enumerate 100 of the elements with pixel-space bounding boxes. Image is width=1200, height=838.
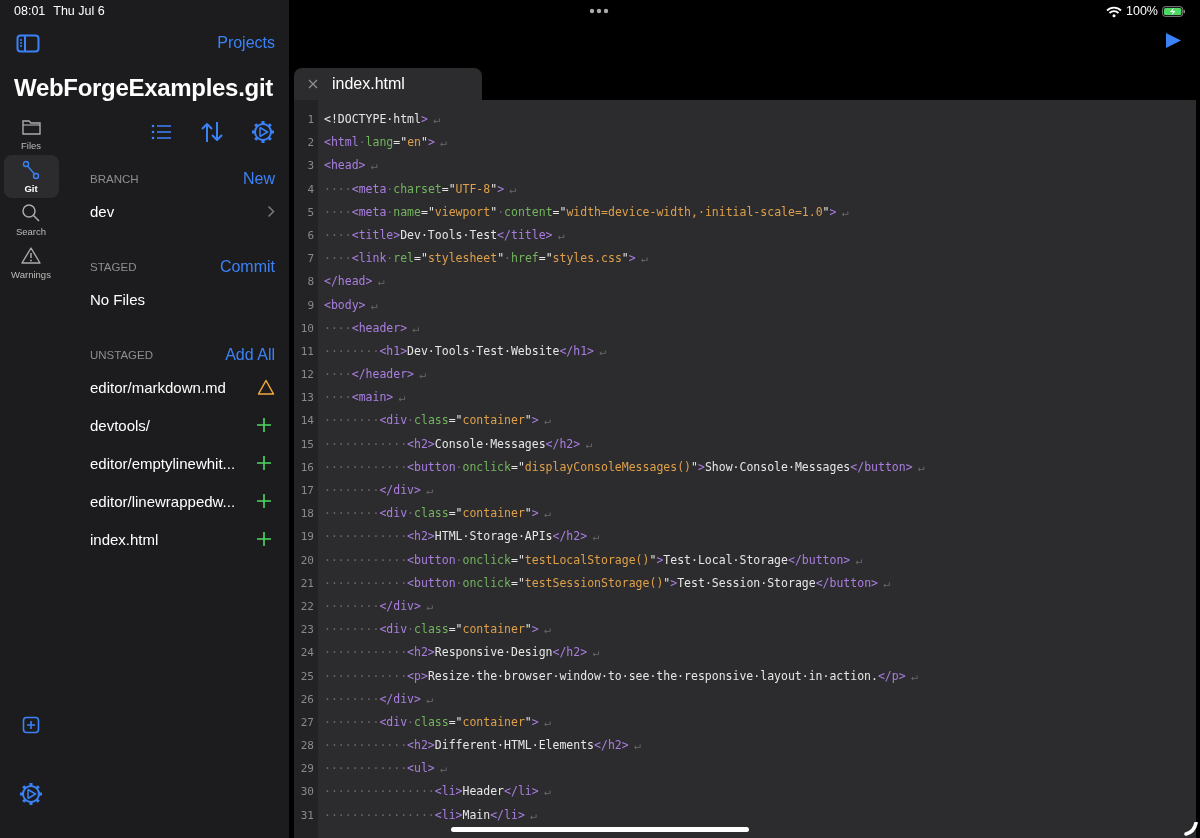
sidebar-toggle-icon[interactable] — [16, 33, 40, 53]
code-line: ········<div·class="container"> ↵ — [324, 713, 552, 731]
line-number: 30 — [299, 784, 315, 801]
section-heading: STAGED — [90, 261, 137, 273]
line-number: 10 — [299, 320, 315, 337]
code-line: ········<h1>Dev·Tools·Test·Website</h1> ↵ — [324, 342, 607, 360]
code-line: ····<meta·name="viewport"·content="width=device-width,·initial-scale=1.0"> ↵ — [324, 203, 850, 221]
rail-tab[interactable]: Git — [3, 155, 59, 198]
curve-icon — [1184, 822, 1198, 836]
branch-row[interactable]: dev — [90, 192, 275, 230]
line-number: 26 — [299, 691, 315, 708]
line-number: 19 — [299, 529, 315, 546]
line-number: 15 — [299, 436, 315, 453]
code-line: ····</header> ↵ — [324, 366, 427, 384]
wifi-icon — [1106, 4, 1122, 18]
line-number: 17 — [299, 483, 315, 499]
warning-icon — [21, 245, 41, 266]
rail-tab[interactable]: Search — [3, 198, 59, 241]
file-name[interactable]: editor/emptylinewhit... — [90, 454, 236, 472]
empty-message: No Files — [90, 290, 145, 308]
plus-icon[interactable] — [257, 456, 271, 470]
search-icon — [21, 202, 41, 223]
code-line: ············<button·onclick="displayConsoleMessages()">Show·Console·Messages</button> ↵ — [324, 458, 926, 476]
plus-icon[interactable] — [257, 532, 271, 546]
line-number: 12 — [299, 367, 315, 384]
code-line: <!DOCTYPE·html> ↵ — [324, 111, 441, 128]
file-name[interactable]: index.html — [90, 530, 159, 548]
section-heading: BRANCH — [90, 173, 139, 185]
file-name[interactable]: editor/markdown.md — [90, 378, 226, 396]
code-line: ················<li>Main</li> ↵ — [324, 806, 538, 824]
plus-icon[interactable] — [257, 418, 271, 432]
file-tab[interactable]: index.html — [294, 68, 482, 100]
code-line: ····<main> ↵ — [324, 389, 407, 407]
line-number: 22 — [299, 598, 315, 615]
code-line: ········</div> ↵ — [324, 482, 434, 499]
section-action-button[interactable]: Add All — [225, 346, 275, 364]
status-date: Thu Jul 6 — [53, 4, 105, 18]
line-number: 3 — [306, 158, 315, 175]
code-line: ············<h2>Different·HTML·Elements</h2> ↵ — [324, 737, 642, 755]
code-line: ····<header> ↵ — [324, 319, 421, 337]
code-line: ········</div> ↵ — [324, 690, 434, 708]
code-line: ········<div·class="container"> ↵ — [324, 505, 552, 523]
section-action-button[interactable]: New — [243, 170, 275, 188]
line-number: 20 — [299, 552, 315, 569]
plus-icon[interactable] — [257, 494, 271, 508]
line-number: 24 — [299, 645, 315, 662]
code-line: ············<p>Resize·the·browser·window·to·see·the·responsive·layout·in·action.</p> ↵ — [324, 667, 919, 685]
battery-icon — [1162, 5, 1186, 17]
code-line: ············<button·onclick="testLocalStorage()">Test·Local·Storage</button> ↵ — [324, 551, 864, 569]
settings-icon[interactable] — [19, 782, 43, 806]
line-number: 16 — [299, 459, 315, 476]
line-number: 8 — [306, 274, 315, 291]
line-number: 5 — [306, 204, 315, 221]
file-name[interactable]: editor/linewrappedw... — [90, 492, 236, 510]
sort-arrows-icon[interactable] — [201, 121, 223, 143]
rail-tab[interactable]: Files — [3, 112, 59, 155]
line-number: 21 — [299, 575, 315, 592]
file-name[interactable]: devtools/ — [90, 416, 151, 434]
section-heading: UNSTAGED — [90, 349, 154, 361]
chevron-icon — [267, 204, 275, 218]
code-line: ············<ul> ↵ — [324, 760, 448, 778]
code-line: <body> ↵ — [324, 296, 379, 314]
clock-time: 08:01 — [14, 4, 46, 18]
line-number: 11 — [299, 343, 315, 360]
close-icon[interactable] — [308, 79, 318, 89]
more-dots-icon[interactable] — [589, 8, 609, 14]
code-line: ····<title>Dev·Tools·Test</title> ↵ — [324, 226, 566, 244]
rail-tab[interactable]: Warnings — [3, 241, 59, 284]
line-number: 4 — [306, 181, 315, 198]
line-number: 9 — [306, 297, 315, 314]
code-line: ············<h2>HTML·Storage·APIs</h2> ↵ — [324, 528, 601, 546]
line-number: 28 — [299, 738, 315, 755]
code-line: ····<link·rel="stylesheet"·href="styles.css"> ↵ — [324, 250, 649, 268]
list-icon[interactable] — [151, 123, 173, 141]
line-number: 29 — [299, 761, 315, 778]
play-icon[interactable] — [1166, 33, 1181, 48]
code-line: </head> ↵ — [324, 273, 386, 291]
battery-percent: 100% — [1126, 4, 1158, 18]
line-number: 23 — [299, 622, 315, 639]
code-line: ········<div·class="container"> ↵ — [324, 412, 552, 430]
projects-link[interactable]: Projects — [217, 34, 275, 52]
line-number: 13 — [299, 390, 315, 407]
line-number: 31 — [299, 807, 315, 824]
add-square-icon[interactable] — [22, 716, 40, 734]
line-number: 7 — [306, 251, 315, 268]
code-line: ················<li>Header</li> ↵ — [324, 783, 552, 801]
line-number: 27 — [299, 714, 315, 731]
code-line: ········</div> ↵ — [324, 597, 434, 615]
branch-icon — [21, 159, 41, 180]
repository-title: WebForgeExamples.git — [14, 74, 274, 102]
line-number: 2 — [306, 135, 315, 152]
code-line: ············<button·onclick="testSessionStorage()">Test·Session·Storage</button> ↵ — [324, 574, 891, 592]
code-line: ············<h2>Responsive·Design</h2> ↵ — [324, 644, 601, 662]
line-number: 25 — [299, 668, 315, 685]
line-number: 14 — [299, 413, 315, 430]
code-line: <head> ↵ — [324, 157, 379, 175]
settings-icon[interactable] — [251, 120, 275, 144]
section-action-button[interactable]: Commit — [219, 258, 275, 276]
code-line: ····<meta·charset="UTF-8"> ↵ — [324, 180, 518, 198]
line-number: 6 — [306, 227, 315, 244]
